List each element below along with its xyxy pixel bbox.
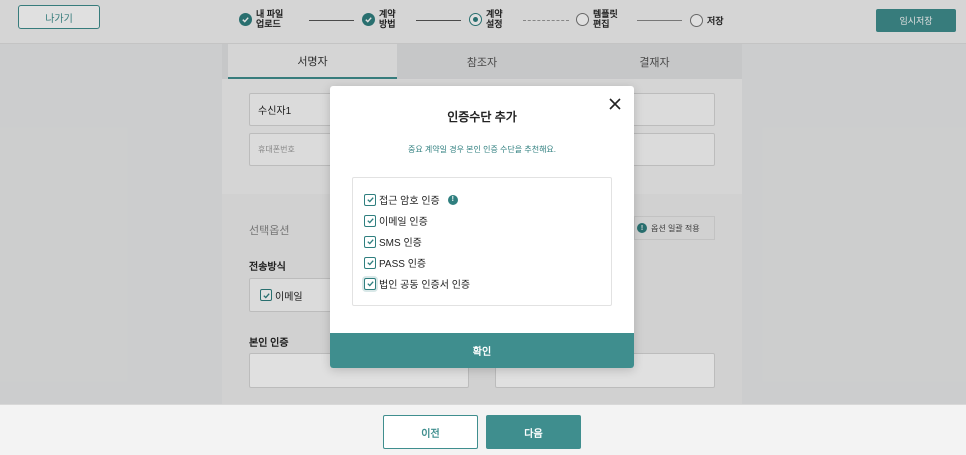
checkbox-checked-icon[interactable] [364,235,376,248]
modal-subtitle: 중요 계약일 경우 본인 인증 수단을 추천해요. [407,145,557,154]
bottom-bar: 이전 다음 [0,404,966,455]
checkbox-checked-icon[interactable] [364,256,376,269]
auth-option-email[interactable]: 이메일 인증 [364,213,428,228]
auth-option-label: 접근 암호 인증 [379,196,440,207]
auth-options-list: 접근 암호 인증 ! 이메일 인증 SMS 인증 PASS 인증 법인 공동 인… [352,177,612,306]
auth-option-sms[interactable]: SMS 인증 [364,234,422,249]
close-icon[interactable] [607,96,623,112]
auth-method-modal: 인증수단 추가 중요 계약일 경우 본인 인증 수단을 추천해요. 접근 암호 … [330,86,634,368]
checkbox-checked-icon[interactable] [364,277,376,290]
auth-option-corporate-cert[interactable]: 법인 공동 인증서 인증 [364,276,470,291]
prev-button[interactable]: 이전 [383,415,478,449]
checkbox-checked-icon[interactable] [364,214,376,227]
auth-option-password[interactable]: 접근 암호 인증 ! [364,192,458,207]
confirm-button[interactable]: 확인 [330,333,634,368]
auth-option-pass[interactable]: PASS 인증 [364,255,426,270]
auth-option-label: 이메일 인증 [379,217,428,228]
auth-option-label: PASS 인증 [379,259,427,270]
auth-option-label: SMS 인증 [379,238,422,249]
next-button[interactable]: 다음 [486,415,581,449]
modal-title: 인증수단 추가 [447,110,517,124]
info-icon[interactable]: ! [447,194,458,205]
auth-option-label: 법인 공동 인증서 인증 [379,280,471,291]
checkbox-checked-icon[interactable] [364,193,376,206]
